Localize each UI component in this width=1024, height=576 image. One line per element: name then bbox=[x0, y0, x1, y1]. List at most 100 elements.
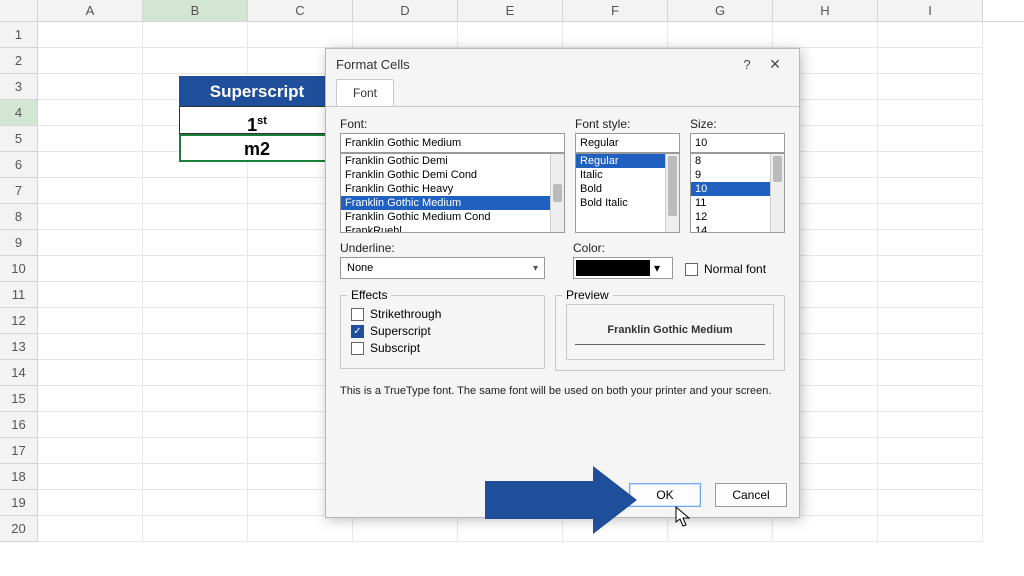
font-input[interactable] bbox=[340, 133, 565, 153]
row-header[interactable]: 18 bbox=[0, 464, 38, 490]
cell[interactable] bbox=[878, 386, 983, 412]
cell[interactable] bbox=[143, 230, 248, 256]
cell[interactable] bbox=[248, 22, 353, 48]
font-listbox[interactable]: Franklin Gothic Demi Franklin Gothic Dem… bbox=[340, 153, 565, 233]
cell[interactable] bbox=[143, 490, 248, 516]
scrollbar-thumb[interactable] bbox=[553, 184, 562, 202]
cell[interactable] bbox=[878, 48, 983, 74]
cell[interactable] bbox=[878, 490, 983, 516]
cell[interactable] bbox=[143, 308, 248, 334]
select-all-corner[interactable] bbox=[0, 0, 38, 21]
cell[interactable] bbox=[38, 334, 143, 360]
list-item[interactable]: Franklin Gothic Medium Cond bbox=[341, 210, 564, 224]
col-header-c[interactable]: C bbox=[248, 0, 353, 21]
cell[interactable] bbox=[38, 100, 143, 126]
cell[interactable] bbox=[878, 308, 983, 334]
cell[interactable] bbox=[38, 360, 143, 386]
cell[interactable] bbox=[38, 256, 143, 282]
cell[interactable] bbox=[38, 308, 143, 334]
scrollbar-thumb[interactable] bbox=[668, 156, 677, 216]
list-item[interactable]: Bold bbox=[576, 182, 679, 196]
cell[interactable] bbox=[668, 516, 773, 542]
cell[interactable] bbox=[878, 100, 983, 126]
col-header-a[interactable]: A bbox=[38, 0, 143, 21]
cell[interactable] bbox=[878, 464, 983, 490]
row-header[interactable]: 15 bbox=[0, 386, 38, 412]
cell[interactable] bbox=[878, 256, 983, 282]
col-header-e[interactable]: E bbox=[458, 0, 563, 21]
row-header[interactable]: 13 bbox=[0, 334, 38, 360]
cell[interactable] bbox=[143, 256, 248, 282]
row-header[interactable]: 1 bbox=[0, 22, 38, 48]
cell[interactable] bbox=[878, 204, 983, 230]
col-header-b[interactable]: B bbox=[143, 0, 248, 21]
row-header[interactable]: 2 bbox=[0, 48, 38, 74]
cell[interactable] bbox=[878, 360, 983, 386]
cell[interactable] bbox=[773, 516, 878, 542]
normal-font-checkbox[interactable] bbox=[685, 263, 698, 276]
row-header[interactable]: 3 bbox=[0, 74, 38, 100]
list-item[interactable]: Italic bbox=[576, 168, 679, 182]
strikethrough-checkbox[interactable] bbox=[351, 308, 364, 321]
cell[interactable] bbox=[353, 22, 458, 48]
cell[interactable] bbox=[143, 48, 248, 74]
row-header[interactable]: 5 bbox=[0, 126, 38, 152]
list-item[interactable]: Franklin Gothic Demi Cond bbox=[341, 168, 564, 182]
sample-table-header[interactable]: Superscript bbox=[179, 76, 335, 106]
row-header[interactable]: 8 bbox=[0, 204, 38, 230]
sample-cell-m2[interactable]: m2 bbox=[179, 134, 335, 162]
sample-cell-1st[interactable]: 1st bbox=[179, 106, 335, 134]
size-listbox[interactable]: 8 9 10 11 12 14 bbox=[690, 153, 785, 233]
cell[interactable] bbox=[143, 386, 248, 412]
col-header-i[interactable]: I bbox=[878, 0, 983, 21]
underline-dropdown[interactable]: None ▾ bbox=[340, 257, 545, 279]
close-button[interactable]: × bbox=[761, 57, 789, 71]
cell[interactable] bbox=[38, 152, 143, 178]
cell[interactable] bbox=[143, 464, 248, 490]
cell[interactable] bbox=[38, 230, 143, 256]
list-item[interactable]: FrankRuehl bbox=[341, 224, 564, 233]
col-header-f[interactable]: F bbox=[563, 0, 668, 21]
cancel-button[interactable]: Cancel bbox=[715, 483, 787, 507]
row-header[interactable]: 19 bbox=[0, 490, 38, 516]
cell[interactable] bbox=[143, 360, 248, 386]
cell[interactable] bbox=[143, 516, 248, 542]
cell[interactable] bbox=[38, 204, 143, 230]
cell[interactable] bbox=[878, 178, 983, 204]
scrollbar[interactable] bbox=[770, 154, 784, 232]
cell[interactable] bbox=[878, 334, 983, 360]
scrollbar-thumb[interactable] bbox=[773, 156, 782, 182]
scrollbar[interactable] bbox=[550, 154, 564, 232]
col-header-h[interactable]: H bbox=[773, 0, 878, 21]
list-item[interactable]: Franklin Gothic Demi bbox=[341, 154, 564, 168]
cell[interactable] bbox=[458, 22, 563, 48]
cell[interactable] bbox=[38, 438, 143, 464]
col-header-d[interactable]: D bbox=[353, 0, 458, 21]
row-header[interactable]: 6 bbox=[0, 152, 38, 178]
cell[interactable] bbox=[38, 178, 143, 204]
cell[interactable] bbox=[38, 412, 143, 438]
dialog-title-bar[interactable]: Format Cells ? × bbox=[326, 49, 799, 79]
cell[interactable] bbox=[878, 282, 983, 308]
cell[interactable] bbox=[878, 74, 983, 100]
superscript-checkbox[interactable]: ✓ bbox=[351, 325, 364, 338]
cell[interactable] bbox=[773, 22, 878, 48]
list-item[interactable]: Bold Italic bbox=[576, 196, 679, 210]
cell[interactable] bbox=[38, 48, 143, 74]
color-dropdown[interactable]: ▾ bbox=[573, 257, 673, 279]
cell[interactable] bbox=[563, 22, 668, 48]
ok-button[interactable]: OK bbox=[629, 483, 701, 507]
cell[interactable] bbox=[878, 516, 983, 542]
row-header[interactable]: 17 bbox=[0, 438, 38, 464]
cell[interactable] bbox=[878, 22, 983, 48]
row-header[interactable]: 10 bbox=[0, 256, 38, 282]
cell[interactable] bbox=[38, 386, 143, 412]
list-item[interactable]: Franklin Gothic Heavy bbox=[341, 182, 564, 196]
row-header[interactable]: 9 bbox=[0, 230, 38, 256]
cell[interactable] bbox=[143, 204, 248, 230]
row-header[interactable]: 7 bbox=[0, 178, 38, 204]
list-item[interactable]: Franklin Gothic Medium bbox=[341, 196, 564, 210]
help-button[interactable]: ? bbox=[733, 57, 761, 72]
style-listbox[interactable]: Regular Italic Bold Bold Italic bbox=[575, 153, 680, 233]
row-header[interactable]: 11 bbox=[0, 282, 38, 308]
